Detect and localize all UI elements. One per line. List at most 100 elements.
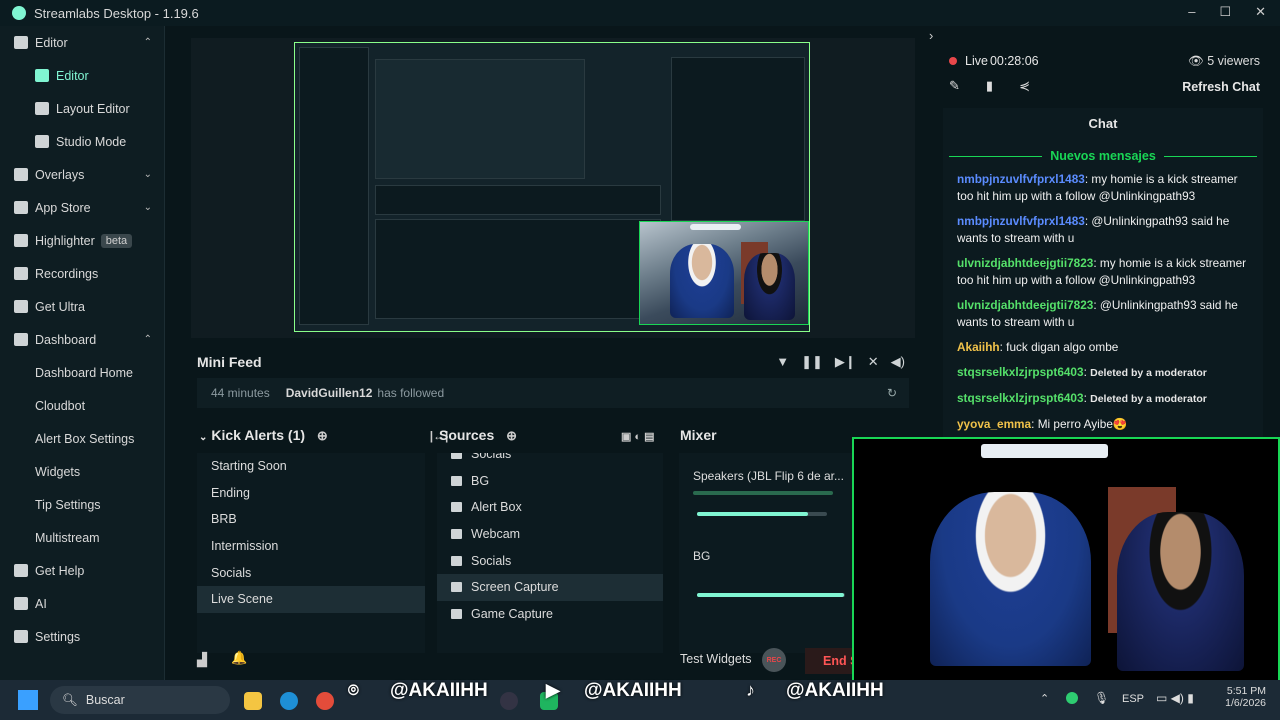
chat-username[interactable]: ulvnizdjabhtdeejgtii7823 <box>957 298 1093 312</box>
chat-username[interactable]: stqsrselkxlzjrpspt6403 <box>957 391 1084 405</box>
minimize-button[interactable]: – <box>1188 4 1195 20</box>
refresh-chat-button[interactable]: Refresh Chat <box>1182 80 1260 94</box>
mixer-channel-name: Speakers (JBL Flip 6 de ar... <box>693 469 844 483</box>
sidebar-item-editor[interactable]: Editor ⌃ <box>0 26 164 59</box>
source-item[interactable]: BG <box>437 468 663 495</box>
ultra-icon <box>14 300 28 313</box>
sidebar-item-tip-settings[interactable]: Tip Settings <box>0 488 164 521</box>
sources-list: Socials BG Alert Box Webcam Socials Screen Ca… <box>437 453 663 653</box>
chat-username[interactable]: ulvnizdjabhtdeejgtii7823 <box>957 256 1093 270</box>
mini-feed-title: Mini Feed <box>197 354 262 370</box>
clip-icon[interactable]: ▮ <box>986 78 993 94</box>
chat-username[interactable]: nmbpjnzuvlfvfprxl1483 <box>957 214 1085 228</box>
tray-chevron-icon[interactable]: ⌃ <box>1040 692 1049 705</box>
sidebar-item-get-help[interactable]: Get Help <box>0 554 164 587</box>
studio-icon <box>35 135 49 148</box>
scene-item[interactable]: Live Scene <box>197 585 425 613</box>
volume-icon[interactable]: ◀) <box>891 354 905 370</box>
sidebar-item-multistream[interactable]: Multistream <box>0 521 164 554</box>
source-item[interactable]: Screen Capture <box>437 573 663 601</box>
notification-icon[interactable]: 🔔 <box>231 650 247 666</box>
sidebar-item-get-ultra[interactable]: Get Ultra <box>0 290 164 323</box>
file-explorer-icon[interactable] <box>244 692 262 710</box>
chat-message: stqsrselkxlzjrpspt6403: Deleted by a mod… <box>957 365 1207 379</box>
sidebar-item-app-store[interactable]: App Store ⌄ <box>0 191 164 224</box>
live-dot-icon <box>949 57 957 65</box>
chat-message: Akaiihh: fuck digan algo ombe <box>957 340 1119 354</box>
add-scene-icon[interactable]: ⊕ <box>317 428 328 443</box>
collapse-chat-icon[interactable]: › <box>929 28 933 43</box>
source-tools-icon[interactable]: ▣ ◐ ▤ <box>621 431 655 443</box>
chevron-icon[interactable]: ⌃ <box>144 37 152 48</box>
sidebar-item-recordings[interactable]: Recordings <box>0 257 164 290</box>
scene-item[interactable]: Ending <box>197 480 425 507</box>
share-icon[interactable]: ⋞ <box>1019 78 1030 94</box>
chevron-icon[interactable]: ⌃ <box>144 334 152 345</box>
taskbar-search[interactable]: 🔍︎ Buscar <box>50 686 230 714</box>
sidebar-item-layout-editor[interactable]: Layout Editor <box>0 92 164 125</box>
overlay-handle-tiktok: @AKAIIHH <box>786 680 884 701</box>
sidebar-item-dashboard-home[interactable]: Dashboard Home <box>0 356 164 389</box>
replay-icon[interactable]: ↻ <box>887 386 897 400</box>
edit-stream-icon[interactable]: ✎ <box>949 78 960 94</box>
chat-username[interactable]: stqsrselkxlzjrpspt6403 <box>957 365 1084 379</box>
volume-slider-track[interactable] <box>697 512 827 516</box>
mute-alerts-icon[interactable]: ✕ <box>868 354 879 370</box>
source-label: Screen Capture <box>471 580 559 595</box>
search-icon: 🔍︎ <box>62 692 78 707</box>
chrome-icon[interactable] <box>316 692 334 710</box>
close-button[interactable]: ✕ <box>1255 4 1266 20</box>
language-indicator[interactable]: ESP <box>1122 693 1144 705</box>
sidebar-item-editor[interactable]: Editor <box>0 59 164 92</box>
chat-username[interactable]: Akaiihh <box>957 340 1000 354</box>
sidebar-item-cloudbot[interactable]: Cloudbot <box>0 389 164 422</box>
test-widgets-button[interactable]: Test Widgets <box>680 652 752 666</box>
skip-icon[interactable]: ▶❙ <box>835 354 856 370</box>
chat-message: ulvnizdjabhtdeejgtii7823: my homie is a … <box>957 256 1247 287</box>
maximize-button[interactable]: ☐ <box>1219 4 1231 20</box>
source-item[interactable]: Socials <box>437 547 663 574</box>
preview-selection-frame[interactable] <box>294 42 810 332</box>
source-item[interactable]: Alert Box <box>437 494 663 521</box>
sidebar-item-widgets[interactable]: Widgets <box>0 455 164 488</box>
windows-start-icon[interactable] <box>18 690 38 710</box>
scene-item[interactable]: Starting Soon <box>197 453 425 480</box>
chevron-icon[interactable]: ⌄ <box>144 169 152 180</box>
sidebar-item-label: Settings <box>35 629 81 644</box>
sidebar-item-highlighter[interactable]: Highlighter beta <box>0 224 164 257</box>
chevron-icon[interactable]: ⌄ <box>144 202 152 213</box>
chat-username[interactable]: nmbpjnzuvlfvfprxl1483 <box>957 172 1085 186</box>
sidebar-item-label: App Store <box>35 200 91 215</box>
stream-preview[interactable] <box>191 38 915 338</box>
sidebar-item-label: Editor <box>35 35 68 50</box>
scene-item[interactable]: BRB <box>197 506 425 533</box>
performance-icon[interactable]: ▟ <box>197 652 207 668</box>
scene-item[interactable]: Socials <box>197 559 425 586</box>
pause-icon[interactable]: ❚❚ <box>801 354 823 370</box>
app-icon[interactable] <box>500 692 518 710</box>
source-item[interactable]: Webcam <box>437 521 663 548</box>
sidebar-item-overlays[interactable]: Overlays ⌄ <box>0 158 164 191</box>
live-timer: 00:28:06 <box>989 54 1039 68</box>
alertbox-icon <box>451 502 462 513</box>
sidebar-item-label: Dashboard Home <box>35 365 133 380</box>
add-source-icon[interactable]: ⊕ <box>506 428 517 443</box>
volume-slider-track[interactable] <box>697 593 845 597</box>
tray-app-icon[interactable] <box>1066 692 1078 704</box>
microphone-icon[interactable]: 🎙︎ <box>1094 691 1109 705</box>
scene-item[interactable]: Intermission <box>197 533 425 560</box>
source-item[interactable]: Socials <box>437 453 663 468</box>
sidebar-item-dashboard[interactable]: Dashboard ⌃ <box>0 323 164 356</box>
edge-icon[interactable] <box>280 692 298 710</box>
network-volume-battery-icons[interactable]: ▭ ◀) ▮ <box>1156 691 1194 705</box>
rec-button[interactable]: REC <box>762 648 786 672</box>
source-item[interactable]: Game Capture <box>437 601 663 628</box>
sidebar-item-ai[interactable]: AI <box>0 587 164 620</box>
chat-username[interactable]: yyova_emma <box>957 417 1031 431</box>
sidebar-item-settings[interactable]: Settings <box>0 620 164 653</box>
source-label: Socials <box>471 553 512 568</box>
sidebar-item-alert-box-settings[interactable]: Alert Box Settings <box>0 422 164 455</box>
sidebar-item-studio-mode[interactable]: Studio Mode <box>0 125 164 158</box>
filter-icon[interactable]: ▼ <box>776 354 789 370</box>
beta-badge: beta <box>100 233 133 248</box>
